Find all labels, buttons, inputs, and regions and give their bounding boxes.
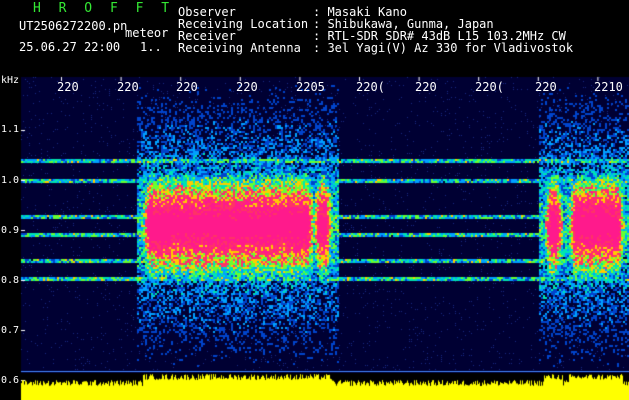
x-tick-label: 220: [176, 80, 198, 94]
x-tick-label: 220: [415, 80, 437, 94]
x-tick-label: 2205: [296, 80, 325, 94]
y-tick-label: 1.0: [1, 175, 20, 186]
type-label: meteor: [125, 26, 169, 40]
y-tick-label: 0.8: [1, 275, 20, 286]
y-tick-label: 1.1: [1, 124, 20, 135]
y-tick-label: 0.9: [1, 225, 20, 236]
unit-label: kHz: [1, 75, 20, 86]
y-tick-label: 0.6: [1, 375, 20, 386]
field-label-antenna: Receiving Antenna: [178, 41, 301, 55]
x-tick-label: 220: [535, 80, 557, 94]
x-tick-label: 220(: [475, 80, 504, 94]
datetime: 25.06.27 22:00: [19, 40, 121, 54]
x-tick-label: 220: [236, 80, 258, 94]
x-tick-label: 220(: [356, 80, 385, 94]
y-tick-label: 0.7: [1, 325, 20, 336]
file-name: UT2506272200.pn: [19, 19, 128, 33]
app-name: H R O F F T: [33, 1, 175, 16]
x-tick-label: 220: [117, 80, 139, 94]
spectrogram-canvas: [0, 0, 629, 400]
x-tick-label: 2210: [594, 80, 623, 94]
field-value-antenna: : 3el Yagi(V) Az 330 for Vladivostok: [313, 41, 574, 55]
x-tick-label: 220: [57, 80, 79, 94]
page-marker: 1..: [140, 40, 162, 54]
